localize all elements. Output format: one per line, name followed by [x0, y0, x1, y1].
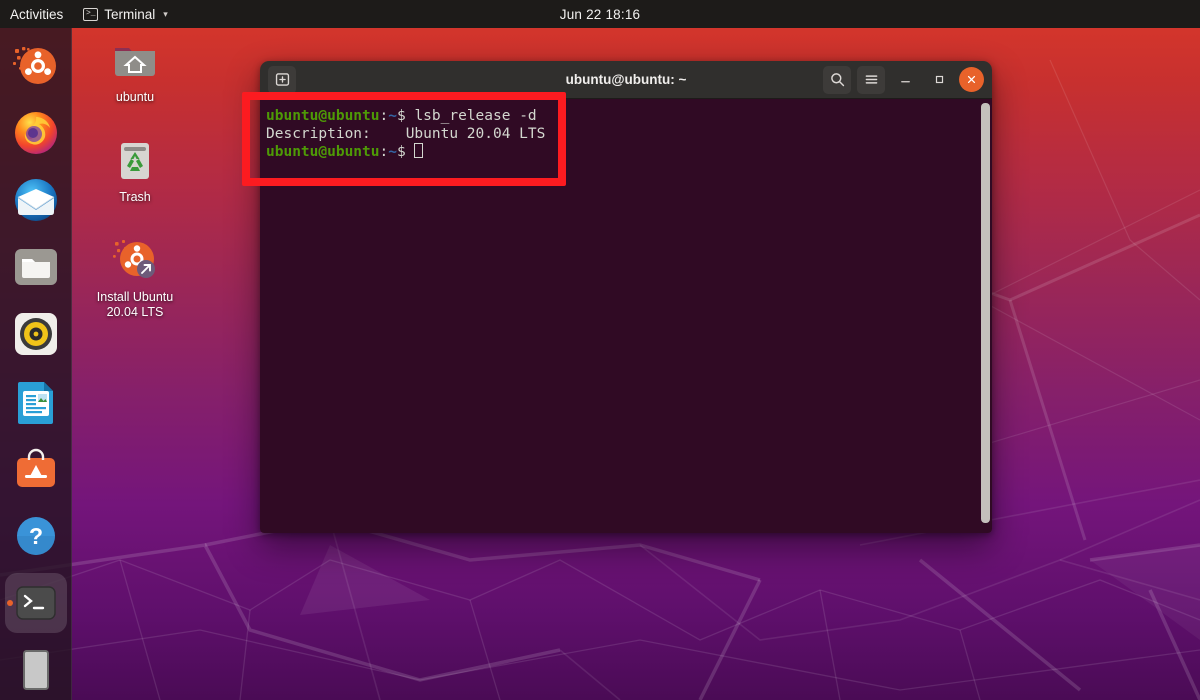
terminal-window[interactable]: ubuntu@ubuntu: ~ — [260, 61, 992, 533]
prompt-path: ~ — [388, 108, 397, 124]
minimize-button[interactable] — [891, 66, 919, 94]
dock-item-ubuntu-software[interactable] — [5, 439, 67, 499]
app-menu-label: Terminal — [104, 7, 155, 22]
close-button[interactable] — [959, 67, 984, 92]
trash-icon — [111, 136, 159, 184]
ubuntu-software-icon — [12, 445, 60, 493]
help-icon: ? — [12, 512, 60, 560]
terminal-line-command: ubuntu@ubuntu:~$ lsb_release -d — [266, 107, 986, 125]
rhythmbox-icon — [12, 310, 60, 358]
search-icon — [829, 71, 846, 88]
terminal-icon: >_ — [83, 8, 98, 21]
files-icon — [12, 243, 60, 291]
prompt-colon: : — [380, 144, 389, 160]
terminal-cursor — [414, 143, 423, 158]
desktop-icon-install-ubuntu[interactable]: Install Ubuntu 20.04 LTS — [76, 236, 194, 320]
desktop-icon-label: Trash — [76, 190, 194, 205]
maximize-button[interactable] — [925, 66, 953, 94]
chevron-down-icon: ▾ — [163, 9, 168, 20]
menu-button[interactable] — [857, 66, 885, 94]
desktop-icon-label-line2: 20.04 LTS — [76, 305, 194, 320]
maximize-icon — [932, 72, 947, 87]
terminal-line-prompt: ubuntu@ubuntu:~$ — [266, 143, 986, 161]
window-controls — [823, 66, 984, 94]
terminal-app-icon — [12, 579, 60, 627]
prompt-sigil: $ — [397, 108, 414, 124]
terminal-command-text: lsb_release -d — [414, 108, 536, 124]
new-tab-button[interactable] — [268, 66, 296, 94]
clock[interactable]: Jun 22 18:16 — [500, 7, 700, 22]
new-tab-icon — [274, 71, 291, 88]
dock-item-ubuntu-logo[interactable] — [5, 36, 67, 96]
app-menu-terminal[interactable]: >_ Terminal ▾ — [75, 7, 176, 22]
libreoffice-writer-icon — [12, 378, 60, 426]
home-folder-icon — [111, 36, 159, 84]
dock-item-thunderbird[interactable] — [5, 170, 67, 230]
dock-item-firefox[interactable] — [5, 103, 67, 163]
terminal-line-output: Description: Ubuntu 20.04 LTS — [266, 125, 986, 143]
dock-item-libreoffice-writer[interactable] — [5, 371, 67, 431]
activities-button[interactable]: Activities — [0, 7, 75, 22]
desktop-icon-home-folder[interactable]: ubuntu — [76, 36, 194, 105]
terminal-scrollbar[interactable] — [981, 103, 990, 523]
firefox-icon — [12, 109, 60, 157]
ubuntu-logo-icon — [12, 42, 60, 90]
install-ubuntu-icon — [111, 236, 159, 284]
dock-item-terminal[interactable] — [5, 573, 67, 633]
close-icon — [965, 73, 978, 86]
dock-item-rhythmbox[interactable] — [5, 304, 67, 364]
prompt-colon: : — [380, 108, 389, 124]
desktop-icon-trash[interactable]: Trash — [76, 136, 194, 205]
terminal-title-bar[interactable]: ubuntu@ubuntu: ~ — [260, 61, 992, 99]
top-bar: Activities >_ Terminal ▾ Jun 22 18:16 — [0, 0, 1200, 28]
prompt-user-host: ubuntu@ubuntu — [266, 108, 380, 124]
hamburger-icon — [863, 71, 880, 88]
terminal-output-area[interactable]: ubuntu@ubuntu:~$ lsb_release -d Descript… — [260, 99, 992, 533]
dock-item-help[interactable]: ? — [5, 506, 67, 566]
thunderbird-icon — [12, 176, 60, 224]
dock-item-files[interactable] — [5, 237, 67, 297]
dock: ? — [0, 28, 72, 700]
desktop-icon-label-line1: Install Ubuntu — [76, 290, 194, 305]
dock-item-show-applications[interactable] — [5, 640, 67, 700]
desktop-icon-label: ubuntu — [76, 90, 194, 105]
prompt-user-host: ubuntu@ubuntu — [266, 144, 380, 160]
prompt-path: ~ — [388, 144, 397, 160]
show-applications-icon — [12, 646, 60, 694]
search-button[interactable] — [823, 66, 851, 94]
minimize-icon — [898, 72, 913, 87]
prompt-sigil: $ — [397, 144, 414, 160]
svg-text:?: ? — [28, 523, 42, 549]
